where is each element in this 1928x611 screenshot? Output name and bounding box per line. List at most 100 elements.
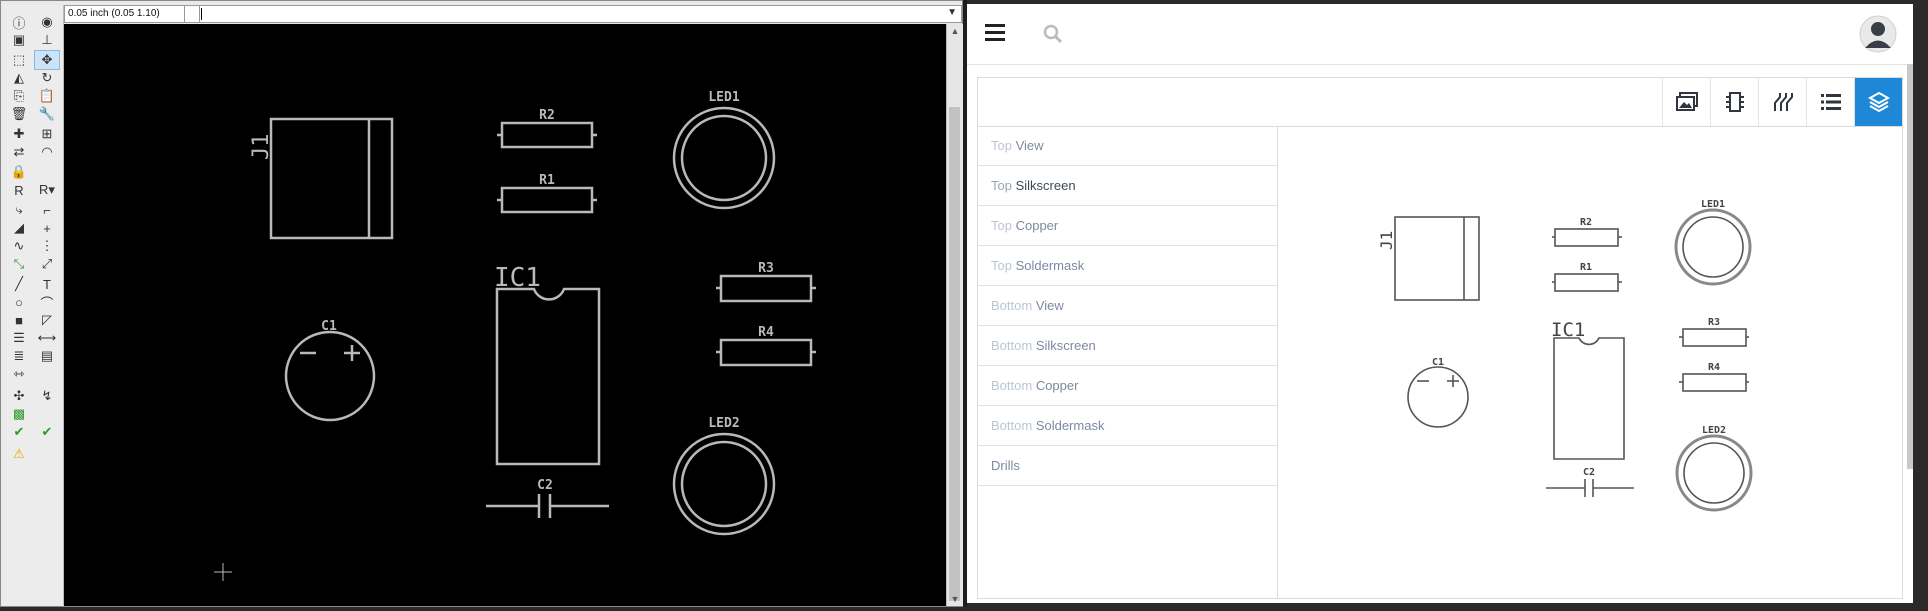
pin-add-icon[interactable]: ⊥ <box>35 31 59 49</box>
pcb-drawing: J1 R2 R1 LED1 IC1 R3 R4 C1 LED2 C2 <box>214 90 816 581</box>
paste-icon[interactable]: 📋 <box>35 87 59 105</box>
layer-item[interactable]: Bottom Silkscreen <box>978 326 1277 366</box>
pv-r1-footprint[interactable] <box>1554 273 1619 292</box>
ic1-footprint[interactable] <box>495 287 601 466</box>
layer-item[interactable]: Bottom View <box>978 286 1277 326</box>
pv-r4-label: R4 <box>1708 362 1720 373</box>
tab-bom[interactable] <box>1806 78 1854 126</box>
junction-icon[interactable]: + <box>35 219 59 237</box>
r2-10k-dropdown-icon[interactable]: R▾ <box>35 181 59 199</box>
track-branch-icon[interactable]: ⤢ <box>35 255 59 273</box>
move-tool-icon[interactable]: ✥ <box>34 50 60 70</box>
led2-label: LED2 <box>708 416 739 431</box>
pv-j1-footprint[interactable] <box>1394 216 1480 301</box>
pv-led2-label: LED2 <box>1702 425 1726 436</box>
miter-icon[interactable]: ⌐ <box>35 201 59 219</box>
layer-item[interactable]: Top Silkscreen <box>978 166 1277 206</box>
line-tool-icon[interactable]: ╱ <box>7 275 31 293</box>
measure-icon[interactable]: ⇿ <box>7 365 31 383</box>
track-green-icon[interactable]: ⤡ <box>7 255 31 273</box>
pcb-canvas[interactable]: J1 R2 R1 LED1 IC1 R3 R4 C1 LED2 C2 <box>64 24 946 606</box>
drc-check-icon[interactable]: ✔ <box>35 423 59 441</box>
scroll-down-icon[interactable]: ▼ <box>947 594 963 604</box>
pv-led1-outer[interactable] <box>1674 208 1752 286</box>
led2-outer[interactable] <box>672 432 776 536</box>
route-icon[interactable]: ⤷ <box>7 201 31 219</box>
select-tool-icon[interactable]: ⬚ <box>7 51 31 69</box>
pv-led1-inner <box>1682 216 1744 278</box>
copy-icon[interactable]: ⎘ <box>7 87 31 105</box>
grid-size-select[interactable]: 0.05 inch (0.05 1.10) <box>65 6 185 22</box>
board-preview[interactable]: J1 R2 R1 LED1 IC1 R3 R4 C1 LED2 C2 <box>1278 126 1902 598</box>
mirror-icon[interactable]: ◭ <box>7 69 31 87</box>
tab-nets[interactable] <box>1758 78 1806 126</box>
layer-name-label: Copper <box>1015 218 1059 233</box>
app-header <box>967 4 1913 65</box>
pv-c1-footprint[interactable] <box>1407 366 1469 428</box>
add-part-icon[interactable]: ✚ <box>7 125 31 143</box>
group-icon[interactable]: ⊞ <box>35 125 59 143</box>
tab-render-images[interactable] <box>1662 78 1710 126</box>
layer-item[interactable]: Top Copper <box>978 206 1277 246</box>
autoroute-icon[interactable]: ↯ <box>35 387 59 405</box>
page-scrollbar-thumb[interactable] <box>1907 64 1913 469</box>
polygon-icon[interactable]: ◸ <box>35 311 59 329</box>
swap-icon[interactable]: ⇄ <box>7 143 31 161</box>
delete-icon[interactable]: 🗑 <box>7 105 31 123</box>
user-avatar-icon[interactable] <box>1859 15 1897 53</box>
scrollbar-thumb[interactable] <box>949 107 960 601</box>
lock-icon[interactable]: 🔒 <box>7 163 31 181</box>
diff-pair-icon[interactable]: ⋮ <box>35 237 59 255</box>
led1-outer[interactable] <box>672 106 776 210</box>
rotate-icon[interactable]: ↻ <box>35 69 59 87</box>
netlist-icon[interactable]: ✣ <box>7 387 31 405</box>
tab-layers[interactable] <box>1854 78 1902 126</box>
pv-led2-outer[interactable] <box>1675 434 1753 512</box>
pv-r4-footprint[interactable] <box>1682 373 1747 392</box>
r2-footprint[interactable] <box>500 121 594 149</box>
layer-item[interactable]: Top View <box>978 126 1277 166</box>
r3-footprint[interactable] <box>719 274 813 303</box>
pv-r2-footprint[interactable] <box>1554 228 1619 247</box>
meander-icon[interactable]: ∿ <box>7 237 31 255</box>
text-tool-icon[interactable]: T <box>35 275 59 293</box>
layer-item[interactable]: Top Soldermask <box>978 246 1277 286</box>
board-icon[interactable]: ▩ <box>7 405 31 423</box>
layer-item[interactable]: Drills <box>978 446 1277 486</box>
layers-icon <box>1867 91 1890 113</box>
circle-tool-icon[interactable]: ○ <box>7 293 31 311</box>
stack-icon[interactable]: ≣ <box>7 347 31 365</box>
ramp-icon[interactable]: ◢ <box>7 219 31 237</box>
zone-icon[interactable]: ☰ <box>7 329 31 347</box>
r2-10k-label-icon[interactable]: R <box>7 181 31 199</box>
connect-icon[interactable]: ⟷ <box>35 329 59 347</box>
rect-fill-icon[interactable]: ■ <box>7 311 31 329</box>
c1-footprint[interactable] <box>284 330 376 422</box>
tab-components[interactable] <box>1710 78 1758 126</box>
warning-icon[interactable]: ⚠ <box>7 445 31 463</box>
attr-icon[interactable]: ▤ <box>35 347 59 365</box>
vertical-scrollbar[interactable]: ▲ ▼ <box>946 24 963 606</box>
j1-footprint[interactable] <box>269 117 394 240</box>
pv-ic1-footprint[interactable] <box>1553 337 1625 460</box>
text-cursor <box>201 8 202 20</box>
search-icon <box>1043 24 1063 44</box>
r4-footprint[interactable] <box>719 338 813 367</box>
chevron-down-icon[interactable]: ▼ <box>947 7 957 18</box>
arc-tool-icon[interactable]: ⌒ <box>35 293 59 311</box>
r1-footprint[interactable] <box>500 186 594 214</box>
layer-item[interactable]: Bottom Copper <box>978 366 1277 406</box>
eye-icon[interactable]: ◉ <box>35 13 59 31</box>
info-icon[interactable]: ⓘ <box>7 13 31 31</box>
search-input[interactable] <box>1067 20 1771 50</box>
layer-name-label: Soldermask <box>1015 258 1085 273</box>
erc-check-icon[interactable]: ✔ <box>7 423 31 441</box>
pv-r3-footprint[interactable] <box>1682 328 1747 347</box>
layers-color-icon[interactable]: ▣ <box>7 31 31 49</box>
scroll-up-icon[interactable]: ▲ <box>947 26 963 36</box>
wrench-icon[interactable]: 🔧 <box>35 105 59 123</box>
layer-item[interactable]: Bottom Soldermask <box>978 406 1277 446</box>
layer-side-label: Bottom <box>991 298 1033 313</box>
arc-icon[interactable]: ◠ <box>35 143 59 161</box>
hamburger-menu-icon[interactable] <box>985 24 1005 44</box>
